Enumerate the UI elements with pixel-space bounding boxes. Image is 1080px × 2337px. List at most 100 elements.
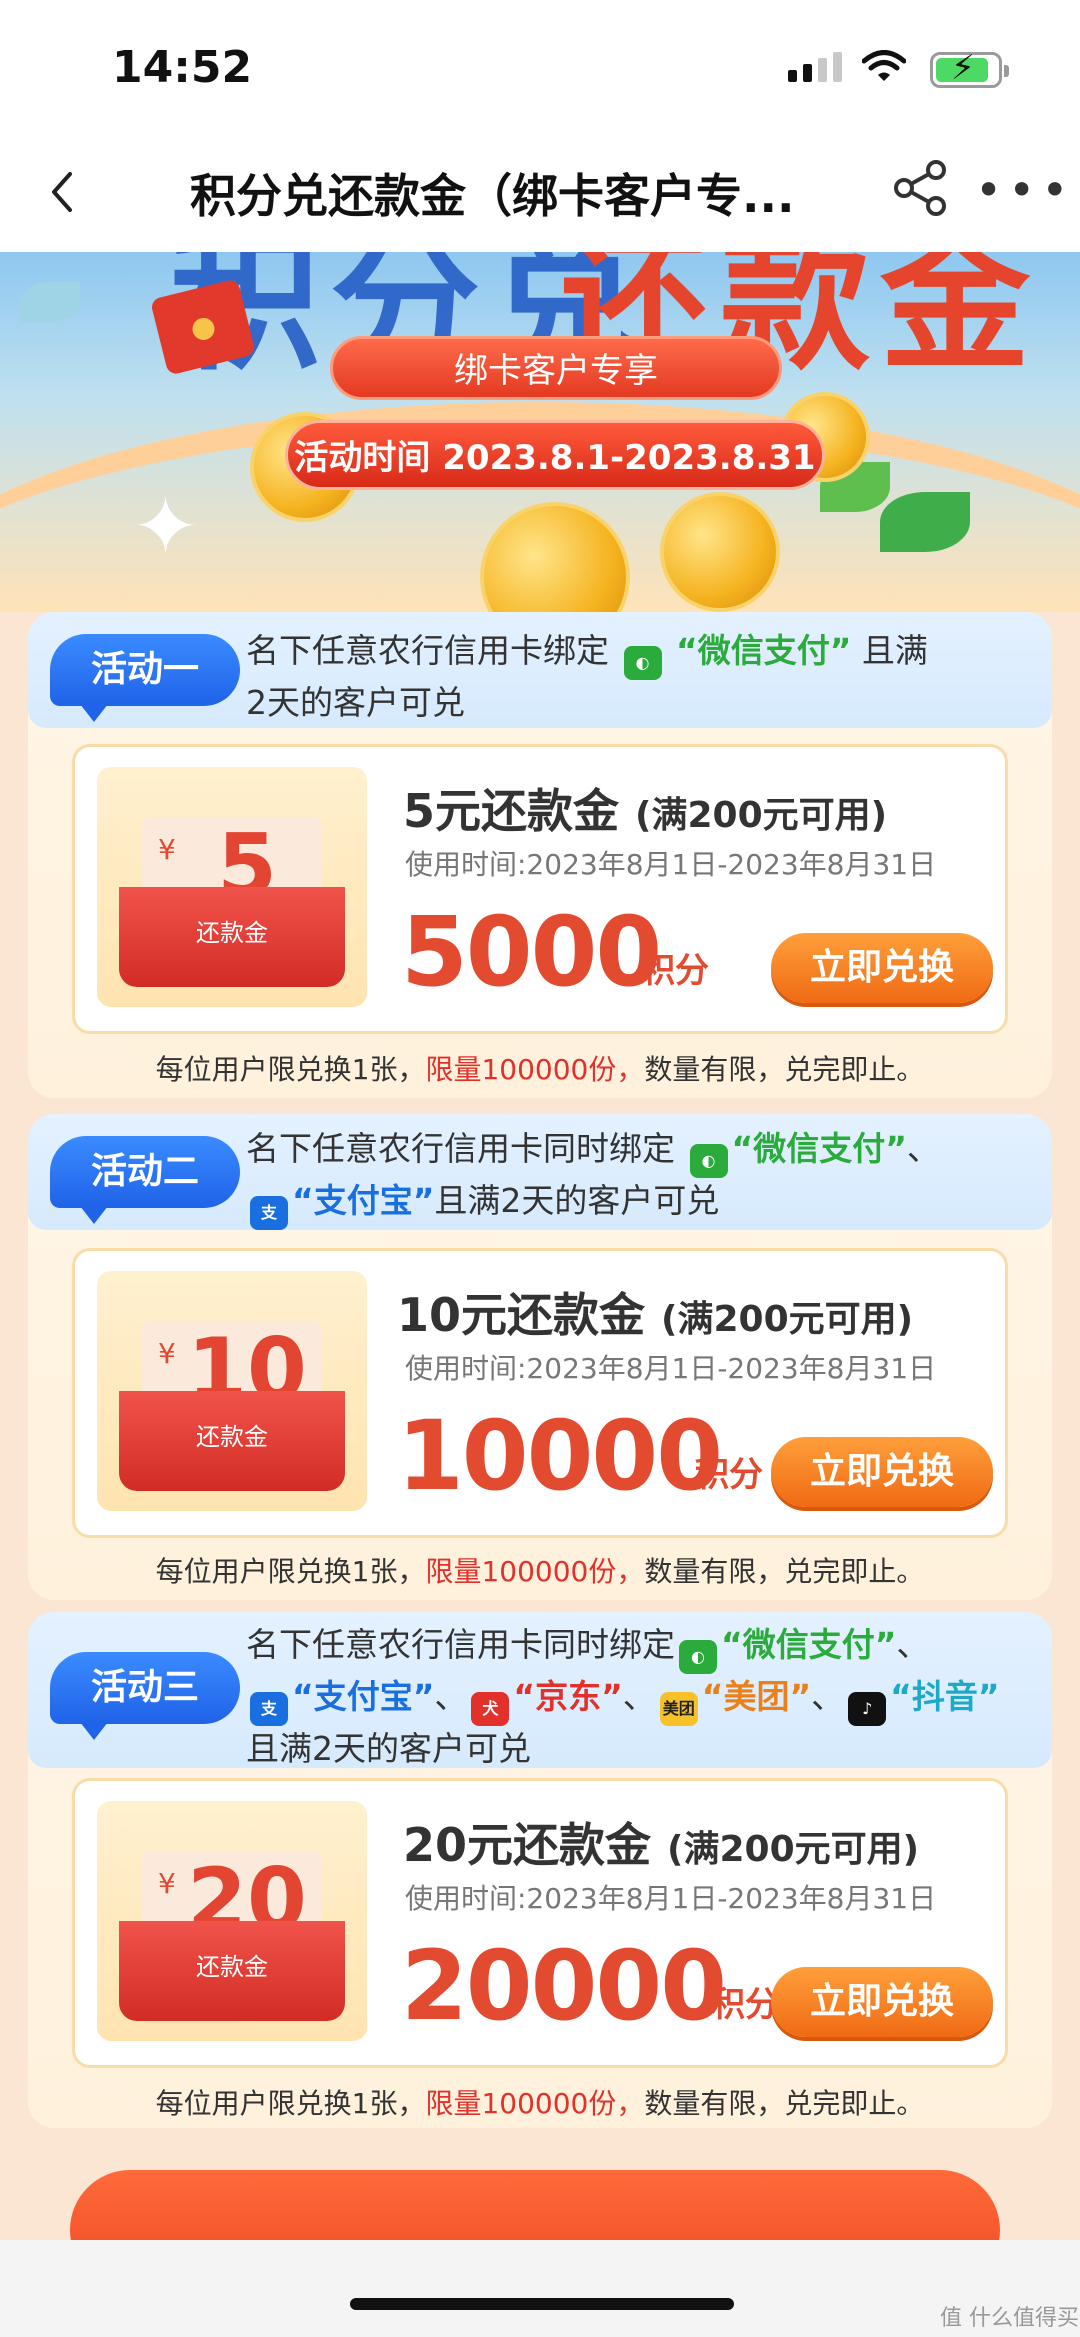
- status-bar: 14:52 ⚡: [0, 0, 1080, 140]
- cellular-signal-icon: [788, 52, 842, 82]
- limit-highlight: 限量100000份，: [425, 2087, 645, 2120]
- reward-valid-time: 使用时间:2023年8月1日-2023年8月31日: [405, 848, 937, 881]
- page-title: 积分兑还款金（绑卡客户专...: [190, 169, 795, 223]
- currency-symbol: ¥: [158, 1867, 176, 1900]
- alipay-icon: 支: [250, 1692, 288, 1726]
- points-unit: 积分: [641, 951, 709, 991]
- separator: 、: [896, 1625, 930, 1664]
- coin-icon: [660, 492, 780, 612]
- activity-header: 活动三 名下任意农行信用卡同时绑定 ◐ “微信支付”、 支 “支付宝”、犬 “京东”、美…: [28, 1612, 1052, 1768]
- reward-condition: (满200元可用): [661, 1299, 914, 1340]
- limit-highlight: 限量100000份，: [425, 1555, 645, 1588]
- exclusive-badge: 绑卡客户专享: [330, 336, 782, 400]
- wechat-pay-icon: ◐: [623, 646, 662, 680]
- reward-name: 10元还款金: [397, 1288, 646, 1342]
- battery-icon: ⚡: [930, 51, 1009, 88]
- voucher-thumbnail: ¥ 5 还款金: [97, 767, 367, 1007]
- more-options-icon[interactable]: •••: [975, 167, 1068, 213]
- activity-section-3: 活动三 名下任意农行信用卡同时绑定 ◐ “微信支付”、 支 “支付宝”、犬 “京东”、美…: [28, 1612, 1052, 2128]
- red-envelope-icon: 还款金: [119, 1921, 345, 2021]
- reward-title: 5元还款金 (满200元可用): [403, 775, 887, 841]
- red-envelope-icon: 还款金: [119, 1391, 345, 1491]
- wifi-icon: [862, 50, 906, 81]
- red-envelope-icon: 还款金: [119, 887, 345, 987]
- meituan-label: “美团”: [701, 1677, 812, 1716]
- reward-condition: (满200元可用): [635, 795, 888, 836]
- limit-highlight: 限量100000份，: [425, 1053, 645, 1086]
- jd-icon: 犬: [471, 1692, 510, 1726]
- home-indicator[interactable]: [350, 2298, 734, 2310]
- reward-valid-time: 使用时间:2023年8月1日-2023年8月31日: [405, 1352, 937, 1385]
- separator: 、: [622, 1677, 656, 1716]
- points-required: 5000: [401, 896, 662, 1008]
- jd-label: “京东”: [513, 1677, 623, 1716]
- wechat-pay-icon: ◐: [679, 1640, 717, 1674]
- watermark: 值 什么值得买: [940, 2306, 1079, 2331]
- voucher-thumbnail: ¥ 20 还款金: [97, 1801, 367, 2041]
- activity-header: 活动一 名下任意农行信用卡绑定 ◐ “微信支付” 且满 2天的客户可兑: [28, 612, 1052, 728]
- hero-banner: 积分兑 还款金 绑卡客户专享 活动时间 2023.8.1-2023.8.31 ✦: [0, 252, 1080, 612]
- description-text: 且满: [861, 631, 928, 670]
- description-text: 名下任意农行信用卡绑定: [246, 631, 609, 670]
- points-unit: 积分: [695, 1455, 763, 1495]
- description-text: 2天的客户可兑: [246, 683, 465, 722]
- alipay-label: “支付宝”: [292, 1181, 435, 1220]
- redeem-limit-note: 每位用户限兑换1张，限量100000份，数量有限，兑完即止。: [28, 1550, 1052, 1590]
- wechat-pay-label: “微信支付”: [731, 1129, 907, 1168]
- status-time: 14:52: [112, 42, 253, 93]
- description-text: 名下任意农行信用卡同时绑定: [246, 1625, 675, 1664]
- limit-text: 每位用户限兑换1张，: [155, 1555, 426, 1588]
- limit-text: 数量有限，兑完即止。: [644, 2087, 925, 2120]
- voucher-label: 还款金: [196, 1423, 268, 1451]
- limit-text: 数量有限，兑完即止。: [644, 1053, 925, 1086]
- activity-section-2: 活动二 名下任意农行信用卡同时绑定 ◐ “微信支付”、 支 “支付宝”且满2天的客户…: [28, 1114, 1052, 1600]
- activity-description: 名下任意农行信用卡同时绑定 ◐ “微信支付”、 支 “支付宝”且满2天的客户可兑: [246, 1126, 1036, 1230]
- activity-description: 名下任意农行信用卡同时绑定 ◐ “微信支付”、 支 “支付宝”、犬 “京东”、 美团 “美团…: [246, 1622, 1036, 1772]
- activity-tag: 活动一: [50, 634, 240, 722]
- currency-symbol: ¥: [158, 1337, 176, 1370]
- nav-bar: 积分兑还款金（绑卡客户专... •••: [0, 140, 1080, 252]
- reward-title: 10元还款金 (满200元可用): [397, 1279, 913, 1345]
- redeem-button[interactable]: 立即兑换: [771, 1967, 993, 2037]
- redeem-limit-note: 每位用户限兑换1张，限量100000份，数量有限，兑完即止。: [28, 1048, 1052, 1088]
- wechat-pay-label: “微信支付”: [676, 631, 852, 670]
- redeem-button[interactable]: 立即兑换: [771, 933, 993, 1003]
- reward-name: 5元还款金: [403, 784, 620, 838]
- separator: 、: [906, 1129, 940, 1168]
- reward-card: ¥ 5 还款金 5元还款金 (满200元可用) 使用时间:2023年8月1日-2…: [72, 744, 1008, 1034]
- description-text: 且满2天的客户可兑: [434, 1181, 720, 1220]
- activity-tag: 活动三: [50, 1652, 240, 1740]
- currency-symbol: ¥: [158, 833, 176, 866]
- description-text: 名下任意农行信用卡同时绑定: [246, 1129, 675, 1168]
- voucher-thumbnail: ¥ 10 还款金: [97, 1271, 367, 1511]
- wechat-pay-icon: ◐: [689, 1144, 728, 1178]
- meituan-icon: 美团: [659, 1692, 698, 1726]
- points-required: 20000: [401, 1930, 727, 2042]
- redeem-limit-note: 每位用户限兑换1张，限量100000份，数量有限，兑完即止。: [28, 2082, 1052, 2122]
- separator: 、: [811, 1677, 845, 1716]
- reward-condition: (满200元可用): [667, 1829, 920, 1870]
- voucher-label: 还款金: [196, 919, 268, 947]
- back-icon[interactable]: [40, 162, 84, 222]
- share-icon[interactable]: [892, 158, 950, 218]
- douyin-label: “抖音”: [890, 1677, 1000, 1716]
- reward-valid-time: 使用时间:2023年8月1日-2023年8月31日: [405, 1882, 937, 1915]
- points-unit: 积分: [711, 1985, 779, 2025]
- page: 14:52 ⚡ 积分兑还款金（绑卡客户专... ••• 积分兑 还款金 绑卡客户…: [0, 0, 1080, 2337]
- alipay-icon: 支: [250, 1196, 288, 1230]
- voucher-label: 还款金: [196, 1953, 268, 1981]
- home-indicator-area: [0, 2240, 1080, 2337]
- limit-text: 每位用户限兑换1张，: [155, 2087, 426, 2120]
- reward-name: 20元还款金: [403, 1818, 652, 1872]
- redeem-button[interactable]: 立即兑换: [771, 1437, 993, 1507]
- limit-text: 每位用户限兑换1张，: [155, 1053, 426, 1086]
- separator: 、: [434, 1677, 468, 1716]
- wechat-pay-label: “微信支付”: [721, 1625, 897, 1664]
- sparkle-icon: ✦: [132, 480, 200, 573]
- alipay-label: “支付宝”: [292, 1677, 435, 1716]
- activity-period: 活动时间 2023.8.1-2023.8.31: [285, 420, 825, 490]
- reward-card: ¥ 20 还款金 20元还款金 (满200元可用) 使用时间:2023年8月1日…: [72, 1778, 1008, 2068]
- activity-section-1: 活动一 名下任意农行信用卡绑定 ◐ “微信支付” 且满 2天的客户可兑 ¥ 5 …: [28, 612, 1052, 1098]
- activity-header: 活动二 名下任意农行信用卡同时绑定 ◐ “微信支付”、 支 “支付宝”且满2天的客户…: [28, 1114, 1052, 1230]
- reward-title: 20元还款金 (满200元可用): [403, 1809, 919, 1875]
